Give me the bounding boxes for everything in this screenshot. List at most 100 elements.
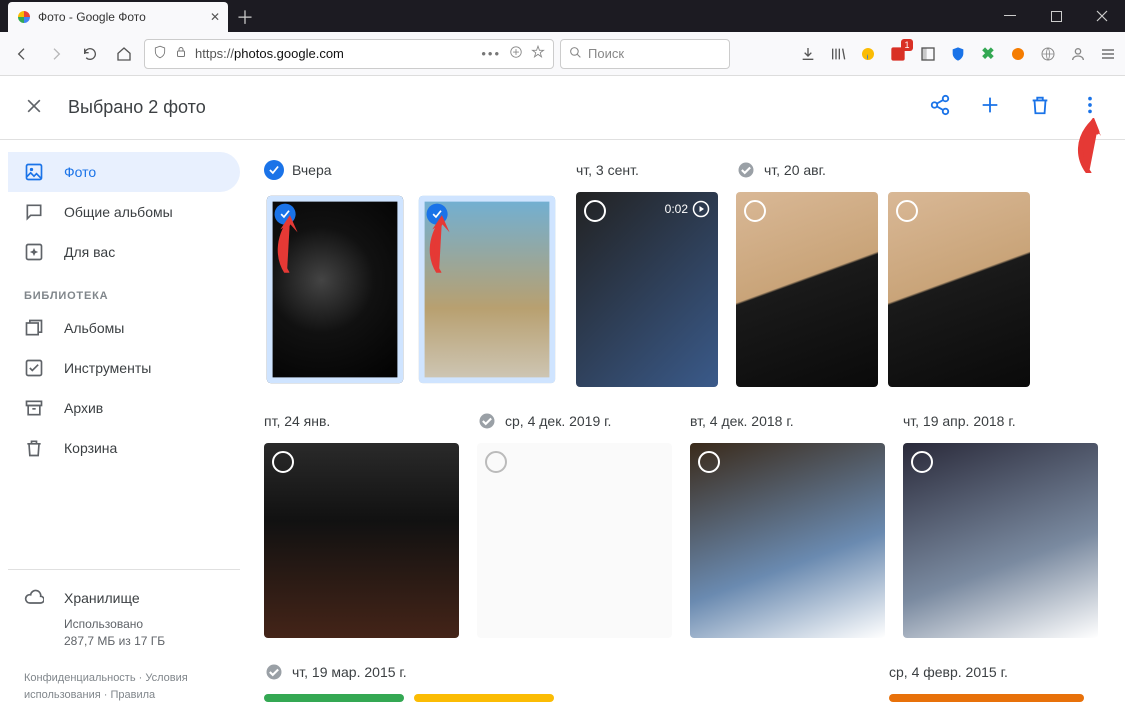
group-date[interactable]: Вчера: [292, 162, 332, 178]
tools-icon: [24, 358, 44, 378]
sidebar-item-archive[interactable]: Архив: [8, 388, 240, 428]
photo-checkbox[interactable]: [584, 200, 606, 222]
photo-checkbox[interactable]: [427, 204, 448, 225]
group-checkbox[interactable]: [264, 160, 284, 180]
search-placeholder: Поиск: [588, 46, 624, 61]
sidebar-item-utilities[interactable]: Инструменты: [8, 348, 240, 388]
url-more-icon[interactable]: •••: [481, 46, 501, 61]
url-bar[interactable]: https://photos.google.com •••: [144, 39, 554, 69]
photo-checkbox[interactable]: [485, 451, 507, 473]
photo-checkbox[interactable]: [275, 204, 296, 225]
window-maximize-button[interactable]: [1033, 0, 1079, 32]
sidebar-item-trash[interactable]: Корзина: [8, 428, 240, 468]
sidebar-item-albums[interactable]: Альбомы: [8, 308, 240, 348]
share-button[interactable]: [929, 94, 951, 121]
photo-grid: Вчера: [248, 140, 1125, 725]
nav-forward-button[interactable]: [42, 40, 70, 68]
group-date[interactable]: чт, 20 авг.: [764, 162, 826, 178]
video-thumbnail[interactable]: 0:02: [576, 192, 718, 387]
photo-checkbox[interactable]: [896, 200, 918, 222]
search-icon: [569, 46, 582, 62]
photo-checkbox[interactable]: [272, 451, 294, 473]
group-date[interactable]: чт, 19 мар. 2015 г.: [292, 664, 407, 680]
group-date[interactable]: ср, 4 февр. 2015 г.: [889, 664, 1008, 680]
window-controls: [987, 0, 1125, 32]
sidebar-library-header: БИБЛИОТЕКА: [8, 272, 240, 308]
photo-thumbnail[interactable]: [736, 192, 878, 387]
extension-orange-icon[interactable]: [1009, 45, 1027, 63]
sidebar-toggle-icon[interactable]: [919, 45, 937, 63]
photo-thumbnail[interactable]: [267, 196, 403, 383]
group-date[interactable]: ср, 4 дек. 2019 г.: [505, 413, 611, 429]
date-group: ср, 4 дек. 2019 г.: [477, 407, 672, 638]
sidebar-footer-links[interactable]: Конфиденциальность · Условия использован…: [8, 660, 240, 713]
delete-button[interactable]: [1029, 94, 1051, 121]
date-group: чт, 20 авг.: [736, 156, 1030, 387]
selection-actions: [929, 94, 1101, 121]
storage-block[interactable]: Хранилище Использовано 287,7 МБ из 17 ГБ: [8, 569, 240, 660]
group-date[interactable]: чт, 3 сент.: [576, 162, 639, 178]
lock-icon[interactable]: [175, 46, 187, 61]
extension-shield-blue-icon[interactable]: [949, 45, 967, 63]
nav-home-button[interactable]: [110, 40, 138, 68]
sidebar-item-label: Альбомы: [64, 320, 124, 336]
selection-close-button[interactable]: [24, 96, 48, 120]
account-icon[interactable]: [1069, 45, 1087, 63]
albums-icon: [24, 318, 44, 338]
extension-globe-icon[interactable]: [1039, 45, 1057, 63]
new-tab-button[interactable]: ＋: [236, 2, 254, 32]
nav-reload-button[interactable]: [76, 40, 104, 68]
photo-thumbnail[interactable]: [264, 694, 404, 702]
browser-search-input[interactable]: Поиск: [560, 39, 730, 69]
archive-icon: [24, 398, 44, 418]
window-minimize-button[interactable]: [987, 0, 1033, 32]
photo-thumbnail[interactable]: [477, 443, 672, 638]
sidebar-item-for-you[interactable]: Для вас: [8, 232, 240, 272]
photo-thumbnail[interactable]: [264, 443, 459, 638]
library-icon[interactable]: [829, 45, 847, 63]
photo-thumbnail[interactable]: [419, 196, 555, 383]
photo-thumbnail[interactable]: [414, 694, 554, 702]
photo-checkbox[interactable]: [911, 451, 933, 473]
browser-tab[interactable]: Фото - Google Фото ✕: [8, 2, 228, 32]
downloads-icon[interactable]: [799, 45, 817, 63]
group-checkbox[interactable]: [477, 411, 497, 431]
group-date[interactable]: пт, 24 янв.: [264, 413, 330, 429]
reader-icon[interactable]: [509, 45, 523, 62]
browser-menu-icon[interactable]: [1099, 45, 1117, 63]
photo-checkbox[interactable]: [698, 451, 720, 473]
photo-thumbnail[interactable]: [690, 443, 885, 638]
sidebar-item-label: Корзина: [64, 440, 117, 456]
window-close-button[interactable]: [1079, 0, 1125, 32]
group-checkbox[interactable]: [264, 662, 284, 682]
video-duration-badge: 0:02: [665, 200, 710, 218]
more-actions-button[interactable]: [1079, 94, 1101, 121]
storage-used-label: Использовано: [64, 616, 224, 633]
image-icon: [24, 162, 44, 182]
date-group: чт, 19 апр. 2018 г.: [903, 407, 1098, 638]
date-group: чт, 19 мар. 2015 г.: [264, 658, 564, 702]
sidebar-item-sharing[interactable]: Общие альбомы: [8, 192, 240, 232]
photo-thumbnail[interactable]: [889, 694, 1084, 702]
shield-icon[interactable]: [153, 45, 167, 62]
cloud-icon: [24, 588, 44, 608]
group-checkbox[interactable]: [736, 160, 756, 180]
group-date[interactable]: чт, 19 апр. 2018 г.: [903, 413, 1016, 429]
extension-yellow-icon[interactable]: [859, 45, 877, 63]
extension-green-x-icon[interactable]: ✖: [979, 45, 997, 63]
sparkle-icon: [24, 242, 44, 262]
bookmark-star-icon[interactable]: [531, 45, 545, 62]
group-date[interactable]: вт, 4 дек. 2018 г.: [690, 413, 794, 429]
sidebar-item-photos[interactable]: Фото: [8, 152, 240, 192]
browser-extension-icons: ✖: [799, 45, 1117, 63]
extension-adblock-icon[interactable]: [889, 45, 907, 63]
url-text: https://photos.google.com: [195, 46, 473, 61]
tab-close-icon[interactable]: ✕: [210, 10, 220, 24]
sidebar-item-label: Фото: [64, 164, 96, 180]
photo-thumbnail[interactable]: [903, 443, 1098, 638]
photo-checkbox[interactable]: [744, 200, 766, 222]
nav-back-button[interactable]: [8, 40, 36, 68]
photo-thumbnail[interactable]: [888, 192, 1030, 387]
favicon-google-photos-icon: [16, 9, 32, 25]
add-button[interactable]: [979, 94, 1001, 121]
